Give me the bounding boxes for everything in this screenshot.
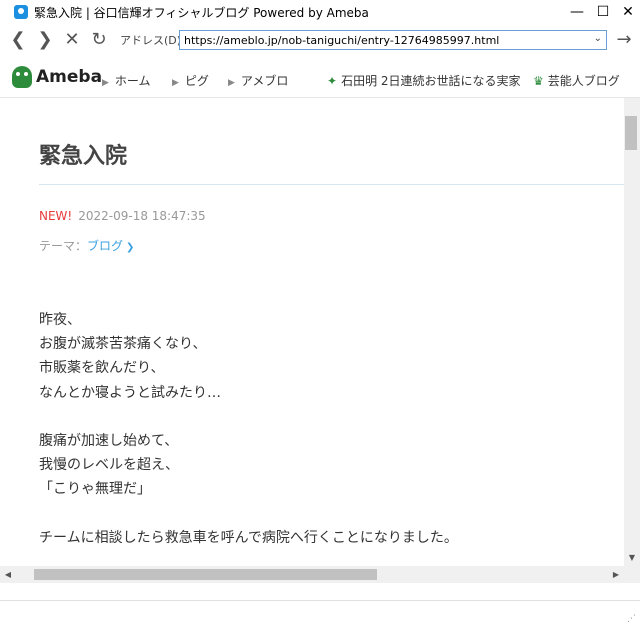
- nav-label: ホーム: [114, 74, 151, 88]
- nav-item-pigg[interactable]: ▶ ピグ: [172, 72, 209, 89]
- scrollbar-corner: [624, 566, 640, 583]
- celeb-blog-link[interactable]: ♛ 芸能人ブログ: [533, 72, 620, 89]
- celeb-label: 芸能人ブログ: [547, 74, 620, 88]
- title-divider: [39, 184, 624, 185]
- browser-window: 緊急入院 | 谷口信輝オフィシャルブログ Powered by Ameba — …: [0, 0, 640, 628]
- body-line: 昨夜、: [39, 312, 81, 328]
- ameba-logo-text: Ameba: [36, 67, 103, 87]
- go-arrow-icon[interactable]: →: [612, 28, 636, 52]
- body-line: お腹が滅茶苦茶痛くなり、: [39, 336, 207, 353]
- chevron-right-icon: ❯: [126, 242, 135, 253]
- sparkle-icon: ✦: [327, 74, 338, 88]
- nav-item-ameblo[interactable]: ▶ アメブロ: [228, 72, 288, 89]
- address-bar-input[interactable]: https://ameblo.jp/nob-taniguchi/entry-12…: [179, 30, 607, 50]
- horizontal-scroll-thumb[interactable]: [34, 569, 377, 580]
- maximize-button[interactable]: ☐: [592, 2, 614, 22]
- theme-link[interactable]: ブログ: [87, 239, 123, 253]
- vertical-scroll-thumb[interactable]: [625, 116, 637, 150]
- scroll-down-icon[interactable]: ▼: [624, 550, 640, 566]
- caret-right-icon: ▶: [172, 78, 179, 88]
- featured-label: 石田明 2日連続お世話になる実家: [341, 74, 521, 88]
- stop-icon[interactable]: ✕: [60, 28, 84, 52]
- nav-label: アメブロ: [240, 74, 289, 88]
- entry-meta: NEW! 2022-09-18 18:47:35: [39, 209, 206, 223]
- nav-item-home[interactable]: ▶ ホーム: [102, 72, 151, 89]
- entry-datetime: 2022-09-18 18:47:35: [78, 209, 206, 223]
- ameba-logo[interactable]: Ameba: [12, 66, 102, 88]
- ameba-app-icon: [14, 5, 28, 19]
- forward-icon[interactable]: ❯: [33, 28, 57, 52]
- close-button[interactable]: ✕: [617, 2, 639, 22]
- body-line: [39, 405, 609, 429]
- new-badge: NEW!: [39, 209, 73, 223]
- entry-title: 緊急入院: [39, 144, 128, 169]
- vertical-scrollbar[interactable]: ▼: [624, 98, 640, 566]
- back-icon[interactable]: ❮: [6, 28, 30, 52]
- body-line: 腹痛が加速し始めて、: [39, 432, 179, 449]
- ameba-logo-icon: [12, 66, 32, 88]
- site-header: Ameba ▶ ホーム ▶ ピグ ▶ アメブロ ✦ 石田明 2日連続お世話になる実家 ♛…: [0, 58, 640, 98]
- caret-right-icon: ▶: [228, 78, 235, 88]
- browser-toolbar: ❮ ❯ ✕ ↻ アドレス(D) https://ameblo.jp/nob-ta…: [0, 26, 640, 54]
- body-line: 「こりゃ無理だ」: [39, 481, 151, 498]
- window-title: 緊急入院 | 谷口信輝オフィシャルブログ Powered by Ameba: [34, 6, 369, 20]
- crown-icon: ♛: [533, 74, 544, 88]
- body-line: [39, 502, 609, 526]
- entry-theme: テーマ：ブログ ❯: [39, 237, 134, 254]
- status-bar: ⋰: [0, 600, 640, 628]
- theme-label: テーマ：: [39, 239, 88, 253]
- body-line: なんとか寝ようと試みたり…: [39, 384, 221, 401]
- horizontal-scrollbar[interactable]: ◀ ▶: [0, 566, 624, 583]
- title-bar: 緊急入院 | 谷口信輝オフィシャルブログ Powered by Ameba — …: [0, 0, 640, 24]
- address-url: https://ameblo.jp/nob-taniguchi/entry-12…: [184, 34, 500, 47]
- minimize-button[interactable]: —: [566, 2, 588, 22]
- chevron-down-icon[interactable]: ⌄: [594, 33, 602, 44]
- featured-link[interactable]: ✦ 石田明 2日連続お世話になる実家: [327, 72, 521, 89]
- scroll-right-icon[interactable]: ▶: [608, 566, 624, 583]
- caret-right-icon: ▶: [102, 78, 109, 88]
- scroll-left-icon[interactable]: ◀: [0, 566, 16, 583]
- nav-label: ピグ: [184, 74, 209, 88]
- body-line: 我慢のレベルを超え、: [39, 457, 179, 474]
- address-label: アドレス(D): [120, 34, 182, 47]
- body-line: 市販薬を飲んだり、: [39, 360, 165, 377]
- body-line: チームに相談したら救急車を呼んで病院へ行くことになりました。: [39, 529, 458, 546]
- entry-body: 昨夜、 お腹が滅茶苦茶痛くなり、 市販薬を飲んだり、 なんとか寝ようと試みたり……: [39, 308, 609, 550]
- article-content: 緊急入院 NEW! 2022-09-18 18:47:35 テーマ：ブログ ❯ 昨夜…: [0, 98, 624, 566]
- refresh-icon[interactable]: ↻: [87, 28, 111, 52]
- resize-grip-icon[interactable]: ⋰: [627, 614, 636, 624]
